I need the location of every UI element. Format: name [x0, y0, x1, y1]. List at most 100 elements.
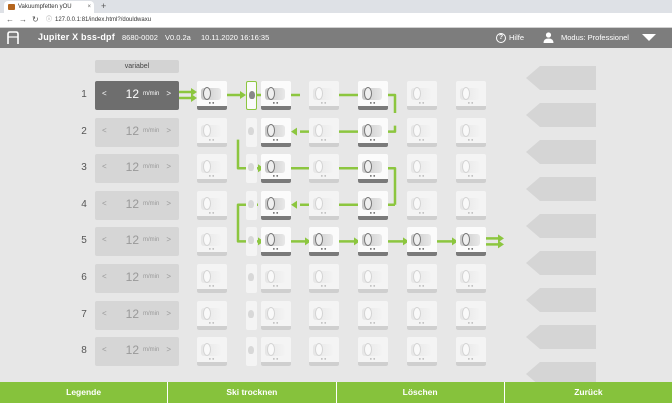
speed-increase-button[interactable]: >: [166, 89, 171, 98]
dropdown-menu-icon[interactable]: [642, 34, 656, 41]
station-cell[interactable]: ●●: [197, 117, 227, 147]
legend-button[interactable]: Legende: [0, 382, 168, 403]
station-cell[interactable]: ●●: [309, 227, 339, 257]
help-icon[interactable]: ?: [496, 33, 506, 43]
station-cell[interactable]: ●●: [407, 117, 437, 147]
station-cell[interactable]: ●●: [358, 117, 388, 147]
delete-button[interactable]: Löschen: [336, 382, 504, 403]
station-cell[interactable]: ●●: [197, 190, 227, 220]
browser-tab[interactable]: Vakuumpfetten yOU ×: [4, 1, 94, 13]
station-cell[interactable]: ●●: [456, 154, 486, 184]
station-cell[interactable]: ●●: [407, 264, 437, 293]
station-cell[interactable]: ●●: [358, 300, 388, 330]
station-cell[interactable]: ●●: [358, 190, 388, 220]
station-cell[interactable]: ●●: [261, 190, 291, 220]
station-cell[interactable]: ●●: [407, 227, 437, 257]
mini-station-cell[interactable]: [246, 117, 257, 147]
station-cell[interactable]: ●●: [407, 81, 437, 110]
station-cell[interactable]: ●●: [456, 190, 486, 220]
user-icon[interactable]: [543, 32, 554, 43]
station-cell[interactable]: ●●: [456, 337, 486, 367]
station-cell[interactable]: ●●: [358, 227, 388, 257]
back-button[interactable]: Zurück: [504, 382, 672, 403]
station-cell[interactable]: ●●: [407, 300, 437, 330]
speed-selector-row-1[interactable]: <12 m/min >: [95, 81, 179, 110]
station-cell[interactable]: ●●: [261, 227, 291, 257]
mini-station-cell[interactable]: [246, 81, 257, 110]
station-cell[interactable]: ●●: [309, 300, 339, 330]
slot-output-arrow[interactable]: [526, 140, 596, 164]
station-cell[interactable]: ●●: [261, 117, 291, 147]
speed-decrease-button[interactable]: <: [102, 89, 107, 98]
speed-increase-button[interactable]: >: [166, 235, 171, 244]
station-cell[interactable]: ●●: [456, 81, 486, 110]
station-cell[interactable]: ●●: [309, 337, 339, 367]
station-cell[interactable]: ●●: [456, 300, 486, 330]
slot-output-arrow[interactable]: [526, 251, 596, 275]
station-cell[interactable]: ●●: [407, 190, 437, 220]
station-cell[interactable]: ●●: [197, 154, 227, 184]
speed-decrease-button[interactable]: <: [102, 162, 107, 171]
station-cell[interactable]: ●●: [407, 337, 437, 367]
back-arrow-icon[interactable]: ←: [6, 15, 14, 25]
station-cell[interactable]: ●●: [197, 81, 227, 110]
station-cell[interactable]: ●●: [456, 117, 486, 147]
station-cell[interactable]: ●●: [261, 81, 291, 110]
station-cell[interactable]: ●●: [261, 337, 291, 367]
station-cell[interactable]: ●●: [456, 227, 486, 257]
mini-station-cell[interactable]: [246, 264, 257, 293]
speed-increase-button[interactable]: >: [166, 162, 171, 171]
station-cell[interactable]: ●●: [358, 337, 388, 367]
slot-output-arrow[interactable]: [526, 66, 596, 90]
mode-label[interactable]: Modus: Professionel: [561, 33, 629, 42]
station-cell[interactable]: ●●: [309, 117, 339, 147]
station-cell[interactable]: ●●: [407, 154, 437, 184]
mini-station-cell[interactable]: [246, 190, 257, 220]
help-link[interactable]: Hilfe: [509, 33, 524, 42]
speed-increase-button[interactable]: >: [166, 272, 171, 281]
speed-increase-button[interactable]: >: [166, 126, 171, 135]
station-cell[interactable]: ●●: [309, 81, 339, 110]
slot-output-arrow[interactable]: [526, 214, 596, 238]
speed-selector-row-3[interactable]: <12 m/min >: [95, 154, 179, 184]
speed-decrease-button[interactable]: <: [102, 199, 107, 208]
station-cell[interactable]: ●●: [358, 264, 388, 293]
station-cell[interactable]: ●●: [197, 337, 227, 367]
station-cell[interactable]: ●●: [309, 190, 339, 220]
speed-increase-button[interactable]: >: [166, 309, 171, 318]
speed-selector-row-4[interactable]: <12 m/min >: [95, 190, 179, 220]
mini-station-cell[interactable]: [246, 300, 257, 330]
slot-output-arrow[interactable]: [526, 177, 596, 201]
station-cell[interactable]: ●●: [197, 264, 227, 293]
speed-selector-row-6[interactable]: <12 m/min >: [95, 264, 179, 293]
mini-station-cell[interactable]: [246, 227, 257, 257]
station-cell[interactable]: ●●: [261, 154, 291, 184]
tab-close-icon[interactable]: ×: [87, 1, 91, 13]
mini-station-cell[interactable]: [246, 337, 257, 367]
speed-decrease-button[interactable]: <: [102, 309, 107, 318]
station-cell[interactable]: ●●: [358, 154, 388, 184]
dry-ski-button[interactable]: Ski trocknen: [168, 382, 336, 403]
station-cell[interactable]: ●●: [309, 154, 339, 184]
speed-increase-button[interactable]: >: [166, 345, 171, 354]
new-tab-button[interactable]: +: [101, 0, 106, 12]
speed-increase-button[interactable]: >: [166, 199, 171, 208]
station-cell[interactable]: ●●: [261, 300, 291, 330]
speed-decrease-button[interactable]: <: [102, 126, 107, 135]
station-cell[interactable]: ●●: [197, 227, 227, 257]
reload-icon[interactable]: ↻: [32, 15, 39, 25]
station-cell[interactable]: ●●: [456, 264, 486, 293]
slot-output-arrow[interactable]: [526, 325, 596, 349]
speed-decrease-button[interactable]: <: [102, 235, 107, 244]
speed-decrease-button[interactable]: <: [102, 272, 107, 281]
speed-selector-row-8[interactable]: <12 m/min >: [95, 337, 179, 367]
url-field[interactable]: ⓘ 127.0.0.1:81/index.html?/douldwaxu: [46, 15, 656, 26]
station-cell[interactable]: ●●: [261, 264, 291, 293]
mini-station-cell[interactable]: [246, 154, 257, 184]
speed-selector-row-7[interactable]: <12 m/min >: [95, 300, 179, 330]
station-cell[interactable]: ●●: [358, 81, 388, 110]
slot-output-arrow[interactable]: [526, 362, 596, 382]
slot-output-arrow[interactable]: [526, 288, 596, 312]
slot-output-arrow[interactable]: [526, 103, 596, 127]
speed-selector-row-5[interactable]: <12 m/min >: [95, 227, 179, 257]
